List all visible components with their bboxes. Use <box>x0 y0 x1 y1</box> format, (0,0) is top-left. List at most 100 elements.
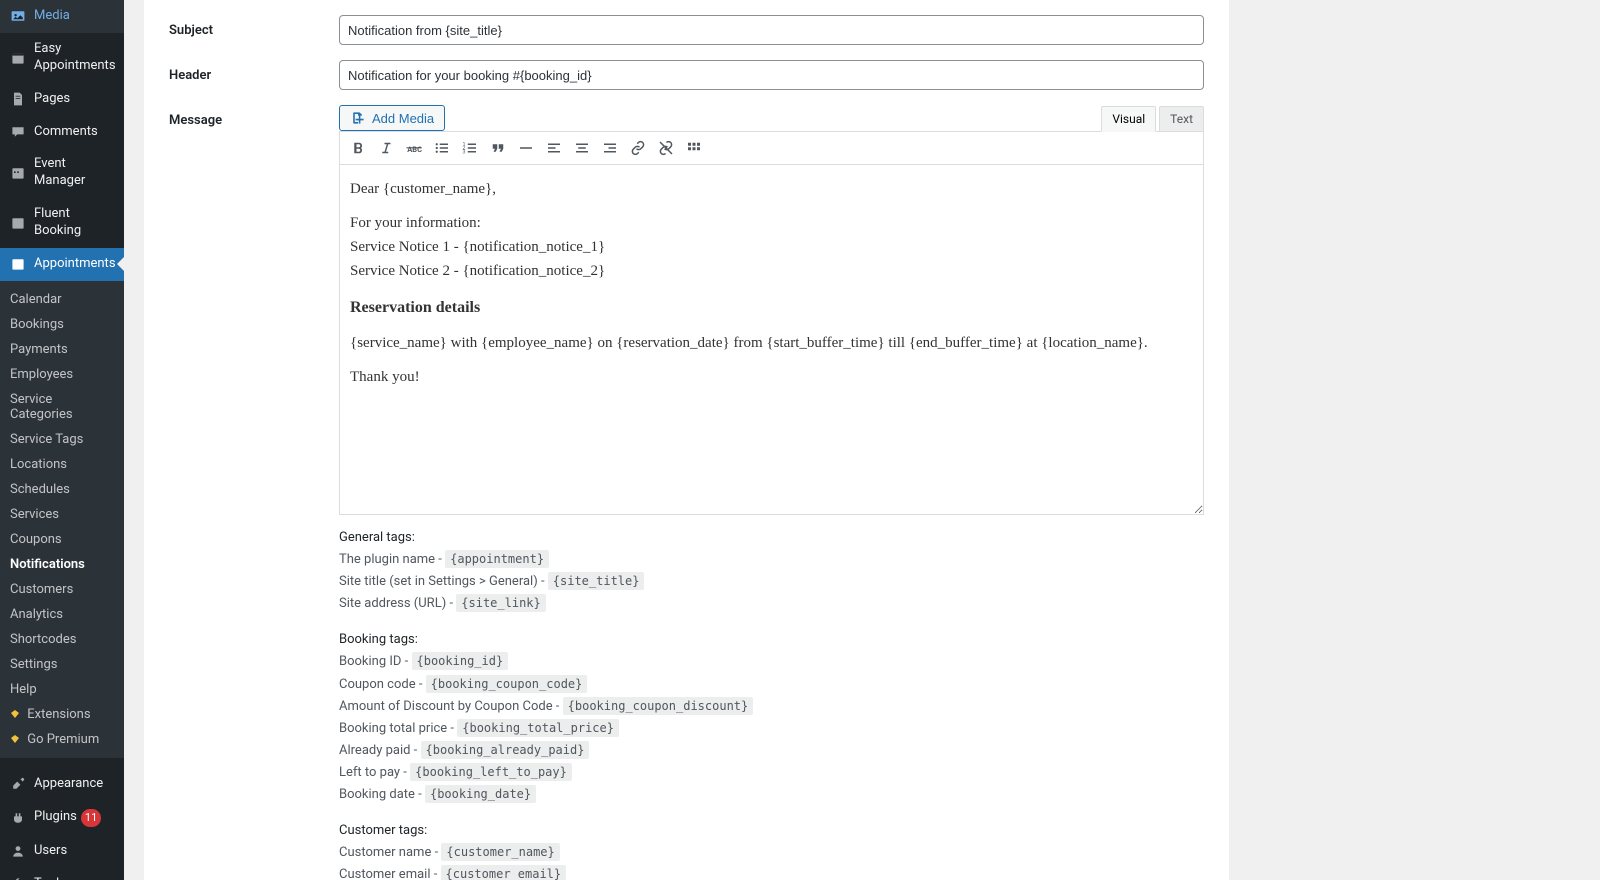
tag-label: Booking ID - <box>339 654 412 669</box>
strikethrough-button[interactable]: ABC <box>402 136 426 160</box>
submenu-analytics[interactable]: Analytics <box>0 602 124 627</box>
sidebar-item-label: Easy Appointments <box>34 41 116 75</box>
sidebar-item-appointments[interactable]: Appointments <box>0 248 124 281</box>
align-center-button[interactable] <box>570 136 594 160</box>
submenu-coupons[interactable]: Coupons <box>0 527 124 552</box>
sidebar-item-label: Appointments <box>34 256 116 273</box>
tag-label: Booking total price - <box>339 721 457 736</box>
tag-token: {booking_coupon_code} <box>426 675 588 693</box>
sidebar-item-plugins[interactable]: Plugins 11 <box>0 801 124 835</box>
sidebar-item-label: Pages <box>34 91 70 108</box>
editor-line-info: For your information: Service Notice 1 -… <box>350 211 1193 283</box>
sidebar-item-label: Media <box>34 8 70 25</box>
tag-row: Booking date - {booking_date} <box>339 784 1204 806</box>
tag-row: Left to pay - {booking_left_to_pay} <box>339 762 1204 784</box>
tag-row: Coupon code - {booking_coupon_code} <box>339 674 1204 696</box>
tag-label: Customer email - <box>339 867 441 880</box>
sidebar-item-media[interactable]: Media <box>0 0 124 33</box>
calendar-icon <box>10 215 26 231</box>
link-button[interactable] <box>626 136 650 160</box>
numbered-list-button[interactable]: 123 <box>458 136 482 160</box>
tag-label: Customer name - <box>339 845 441 860</box>
submenu-extensions[interactable]: Extensions <box>0 702 124 727</box>
tag-row: Customer name - {customer_name} <box>339 842 1204 864</box>
submenu-go-premium[interactable]: Go Premium <box>0 727 124 752</box>
submenu-bookings[interactable]: Bookings <box>0 312 124 337</box>
editor-line-reservation: {service_name} with {employee_name} on {… <box>350 331 1193 355</box>
media-icon <box>10 8 26 24</box>
tag-token: {booking_id} <box>412 652 509 670</box>
align-right-button[interactable] <box>598 136 622 160</box>
sidebar-item-event-manager[interactable]: Event Manager <box>0 148 124 198</box>
submenu-shortcodes[interactable]: Shortcodes <box>0 627 124 652</box>
submenu-employees[interactable]: Employees <box>0 362 124 387</box>
message-row: Message Add Media Visual Text AB <box>169 105 1204 880</box>
users-icon <box>10 843 26 859</box>
sidebar-item-easy-appointments[interactable]: Easy Appointments <box>0 33 124 83</box>
tag-label: The plugin name - <box>339 552 445 567</box>
submenu-services[interactable]: Services <box>0 502 124 527</box>
add-media-button[interactable]: Add Media <box>339 105 445 131</box>
submenu-schedules[interactable]: Schedules <box>0 477 124 502</box>
plugins-icon <box>10 810 26 826</box>
align-left-button[interactable] <box>542 136 566 160</box>
submenu-settings[interactable]: Settings <box>0 652 124 677</box>
tag-row: Site address (URL) - {site_link} <box>339 593 1204 615</box>
submenu-payments[interactable]: Payments <box>0 337 124 362</box>
sidebar-item-label: Comments <box>34 124 98 141</box>
sidebar-item-pages[interactable]: Pages <box>0 83 124 116</box>
submenu-notifications[interactable]: Notifications <box>0 552 124 577</box>
tag-token: {booking_date} <box>425 785 536 803</box>
media-icon <box>350 110 366 126</box>
italic-button[interactable] <box>374 136 398 160</box>
sidebar-item-tools[interactable]: Tools <box>0 868 124 880</box>
editor-line-greeting: Dear {customer_name}, <box>350 177 1193 201</box>
sidebar-item-comments[interactable]: Comments <box>0 116 124 149</box>
subject-label: Subject <box>169 15 339 45</box>
tag-token: {booking_coupon_discount} <box>563 697 754 715</box>
tag-row: Already paid - {booking_already_paid} <box>339 740 1204 762</box>
tag-token: {site_title} <box>548 572 645 590</box>
sidebar-item-label: Fluent Booking <box>34 206 116 240</box>
sidebar-item-appearance[interactable]: Appearance <box>0 768 124 801</box>
editor-tab-visual[interactable]: Visual <box>1101 106 1156 132</box>
message-editor[interactable]: Dear {customer_name}, For your informati… <box>339 165 1204 515</box>
bold-button[interactable] <box>346 136 370 160</box>
tag-row: Amount of Discount by Coupon Code - {boo… <box>339 696 1204 718</box>
tag-row: Site title (set in Settings > General) -… <box>339 571 1204 593</box>
sidebar-item-fluent-booking[interactable]: Fluent Booking <box>0 198 124 248</box>
submenu-calendar[interactable]: Calendar <box>0 287 124 312</box>
booking-tags-title: Booking tags: <box>339 629 1204 651</box>
toolbar-toggle-button[interactable] <box>682 136 706 160</box>
sidebar-item-label: Extensions <box>27 707 90 722</box>
subject-row: Subject <box>169 15 1204 45</box>
hr-button[interactable] <box>514 136 538 160</box>
bullet-list-button[interactable] <box>430 136 454 160</box>
submenu-service-tags[interactable]: Service Tags <box>0 427 124 452</box>
tag-label: Booking date - <box>339 787 425 802</box>
submenu-customers[interactable]: Customers <box>0 577 124 602</box>
submenu-help[interactable]: Help <box>0 677 124 702</box>
brush-icon <box>10 776 26 792</box>
header-input[interactable] <box>339 60 1204 90</box>
general-tags-title: General tags: <box>339 527 1204 549</box>
submenu-service-categories[interactable]: Service Categories <box>0 387 124 427</box>
tag-row: The plugin name - {appointment} <box>339 549 1204 571</box>
submenu-locations[interactable]: Locations <box>0 452 124 477</box>
editor-text: For your information: <box>350 215 481 231</box>
tag-label: Site title (set in Settings > General) - <box>339 574 548 589</box>
subject-input[interactable] <box>339 15 1204 45</box>
comments-icon <box>10 124 26 140</box>
quote-button[interactable] <box>486 136 510 160</box>
tag-row: Booking total price - {booking_total_pri… <box>339 718 1204 740</box>
sidebar-item-users[interactable]: Users <box>0 835 124 868</box>
unlink-button[interactable] <box>654 136 678 160</box>
editor-tab-text[interactable]: Text <box>1159 106 1204 131</box>
tag-token: {customer_name} <box>441 843 559 861</box>
admin-sidebar: Media Easy Appointments Pages Comments E… <box>0 0 124 880</box>
tag-token: {booking_already_paid} <box>421 741 590 759</box>
svg-text:ABC: ABC <box>407 145 422 154</box>
main-content: Subject Header Message Add Media <box>124 0 1600 880</box>
tag-token: {customer_email} <box>441 865 567 880</box>
tag-label: Left to pay - <box>339 765 410 780</box>
